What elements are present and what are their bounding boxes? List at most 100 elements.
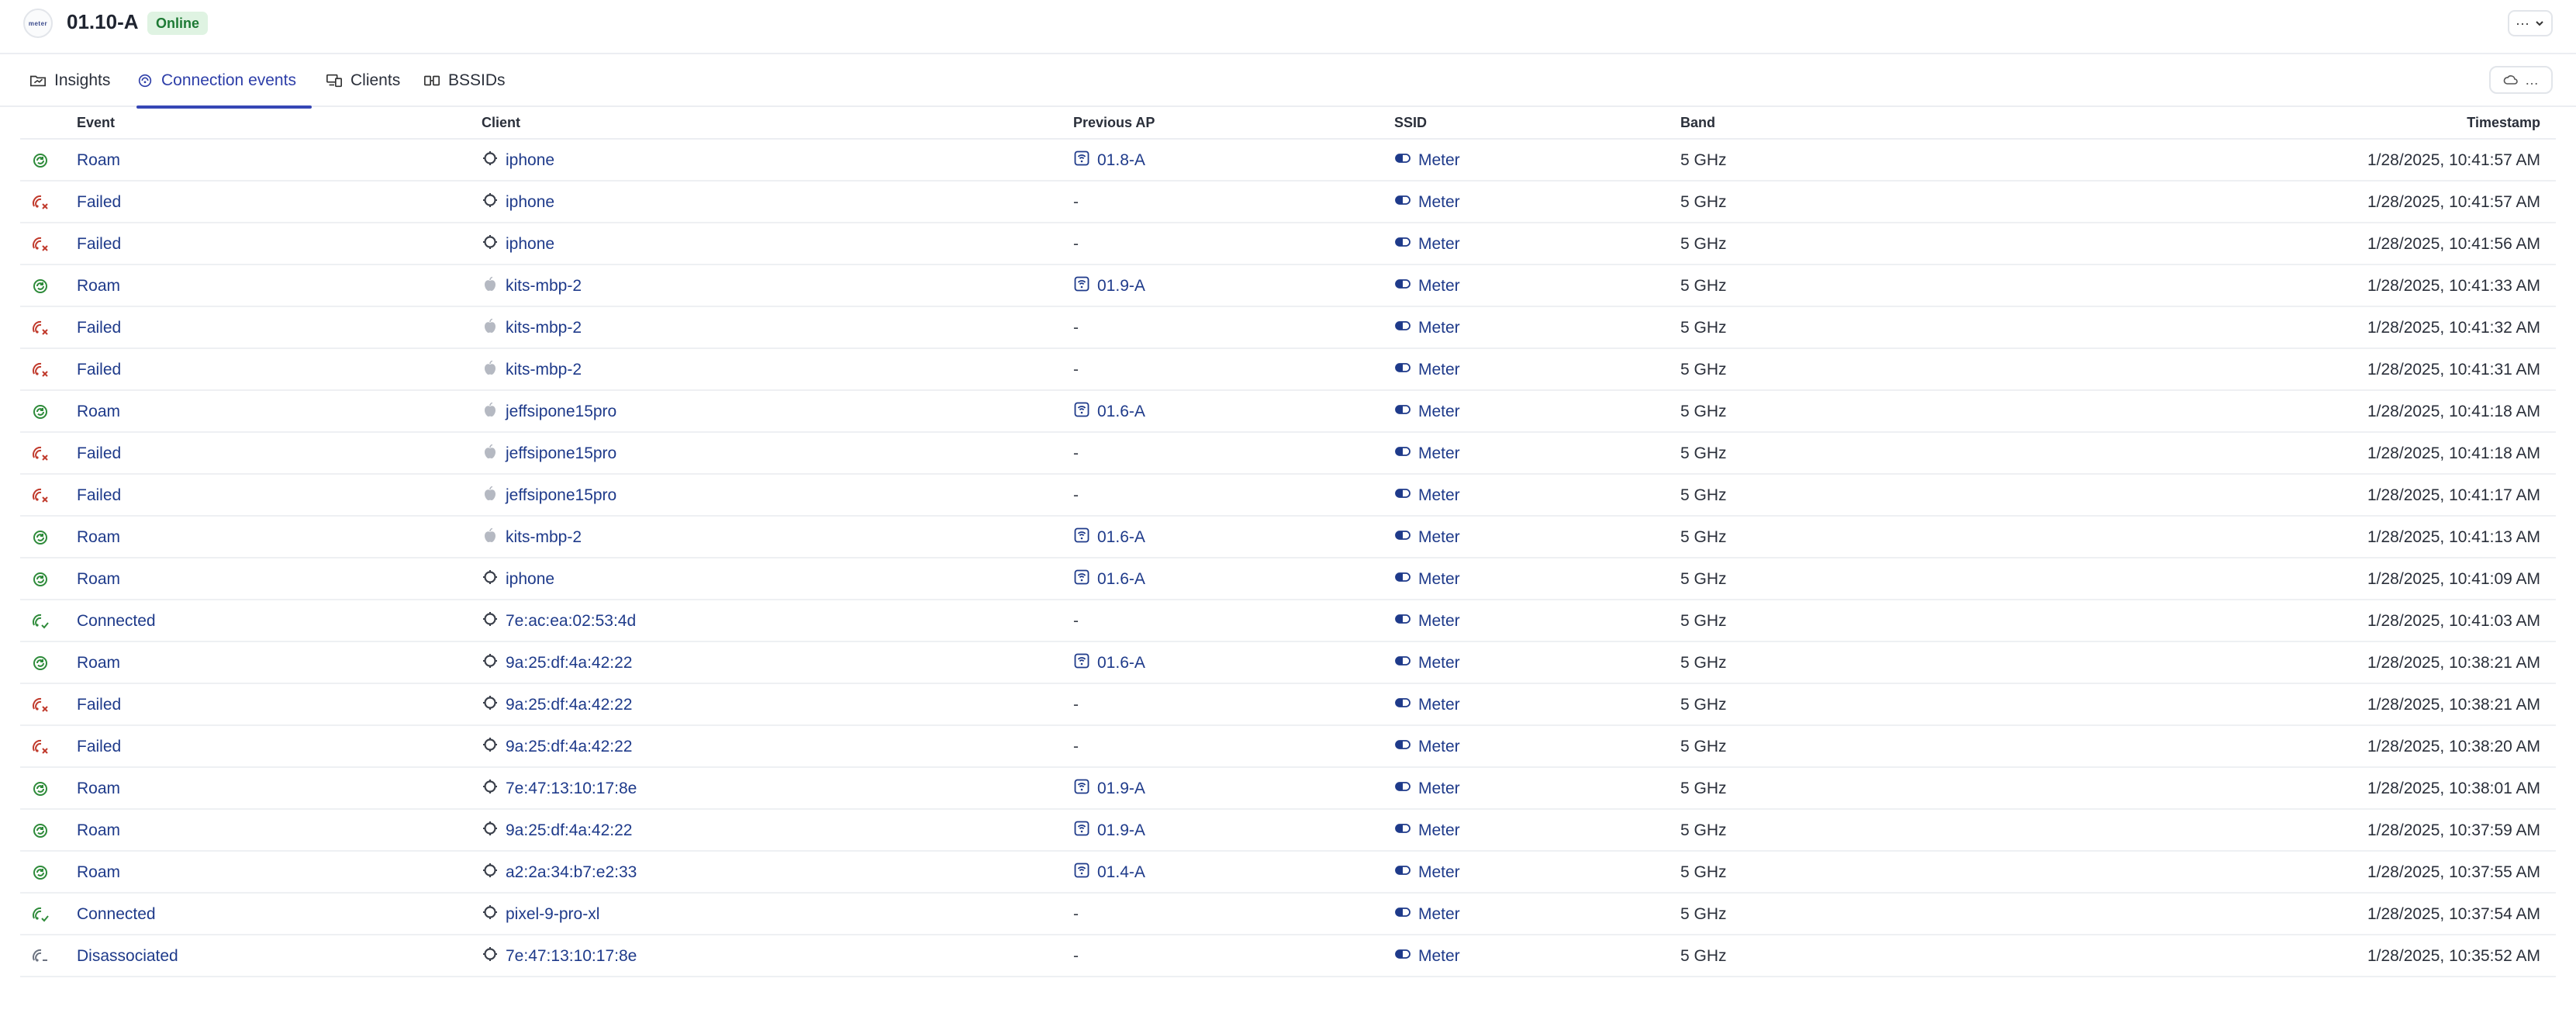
client-link[interactable]: 9a:25:df:4a:42:22 (482, 684, 632, 726)
event-link[interactable]: Roam (77, 140, 120, 182)
table-row[interactable]: Roam 9a:25:df:4a:42:22 01.9-A Meter 5 GH… (20, 810, 2556, 852)
client-link[interactable]: kits-mbp-2 (482, 517, 582, 558)
previous-ap-link[interactable]: 01.4-A (1073, 852, 1145, 894)
table-row[interactable]: Failed jeffsipone15pro - Meter 5 GHz 1/2… (20, 433, 2556, 475)
event-link[interactable]: Roam (77, 391, 120, 433)
column-header-client[interactable]: Client (482, 115, 520, 131)
client-link[interactable]: kits-mbp-2 (482, 265, 582, 307)
ssid-link[interactable]: Meter (1394, 726, 1460, 768)
table-row[interactable]: Roam iphone 01.8-A Meter 5 GHz 1/28/2025… (20, 140, 2556, 182)
table-row[interactable]: Connected 7e:ac:ea:02:53:4d - Meter 5 GH… (20, 600, 2556, 642)
table-row[interactable]: Roam iphone 01.6-A Meter 5 GHz 1/28/2025… (20, 558, 2556, 600)
table-row[interactable]: Failed jeffsipone15pro - Meter 5 GHz 1/2… (20, 475, 2556, 517)
previous-ap-link[interactable]: 01.9-A (1073, 265, 1145, 307)
event-link[interactable]: Connected (77, 894, 156, 935)
table-options-button[interactable]: … (2489, 66, 2553, 94)
client-link[interactable]: iphone (482, 140, 554, 182)
table-row[interactable]: Failed iphone - Meter 5 GHz 1/28/2025, 1… (20, 182, 2556, 223)
ssid-link[interactable]: Meter (1394, 391, 1460, 433)
tab-bssids[interactable]: BSSIDs (423, 54, 506, 107)
event-link[interactable]: Roam (77, 265, 120, 307)
client-link[interactable]: jeffsipone15pro (482, 391, 616, 433)
event-link[interactable]: Roam (77, 517, 120, 558)
previous-ap-link[interactable]: 01.9-A (1073, 810, 1145, 852)
column-header-event[interactable]: Event (77, 115, 115, 131)
column-header-band[interactable]: Band (1680, 115, 1715, 131)
table-row[interactable]: Failed kits-mbp-2 - Meter 5 GHz 1/28/202… (20, 349, 2556, 391)
client-link[interactable]: 9a:25:df:4a:42:22 (482, 810, 632, 852)
ssid-link[interactable]: Meter (1394, 475, 1460, 517)
previous-ap-link[interactable]: 01.8-A (1073, 140, 1145, 182)
client-link[interactable]: iphone (482, 182, 554, 223)
event-link[interactable]: Roam (77, 768, 120, 810)
ssid-link[interactable]: Meter (1394, 265, 1460, 307)
client-link[interactable]: 7e:47:13:10:17:8e (482, 935, 637, 977)
event-link[interactable]: Roam (77, 642, 120, 684)
event-link[interactable]: Roam (77, 558, 120, 600)
previous-ap-link[interactable]: 01.6-A (1073, 642, 1145, 684)
event-link[interactable]: Disassociated (77, 935, 178, 977)
previous-ap-link[interactable]: 01.6-A (1073, 517, 1145, 558)
table-row[interactable]: Roam kits-mbp-2 01.6-A Meter 5 GHz 1/28/… (20, 517, 2556, 558)
tab-insights[interactable]: Insights (29, 54, 110, 107)
table-row[interactable]: Roam 7e:47:13:10:17:8e 01.9-A Meter 5 GH… (20, 768, 2556, 810)
tab-connection-events[interactable]: Connection events (136, 54, 312, 109)
table-row[interactable]: Failed iphone - Meter 5 GHz 1/28/2025, 1… (20, 223, 2556, 265)
client-link[interactable]: 9a:25:df:4a:42:22 (482, 642, 632, 684)
ssid-link[interactable]: Meter (1394, 558, 1460, 600)
column-header-ssid[interactable]: SSID (1394, 115, 1427, 131)
column-header-timestamp[interactable]: Timestamp (2467, 115, 2540, 131)
ssid-link[interactable]: Meter (1394, 642, 1460, 684)
table-row[interactable]: Roam a2:2a:34:b7:e2:33 01.4-A Meter 5 GH… (20, 852, 2556, 894)
previous-ap-link[interactable]: 01.6-A (1073, 558, 1145, 600)
previous-ap-link[interactable]: 01.6-A (1073, 391, 1145, 433)
client-link[interactable]: iphone (482, 223, 554, 265)
client-link[interactable]: 9a:25:df:4a:42:22 (482, 726, 632, 768)
event-link[interactable]: Failed (77, 182, 121, 223)
ssid-link[interactable]: Meter (1394, 517, 1460, 558)
client-link[interactable]: iphone (482, 558, 554, 600)
ssid-link[interactable]: Meter (1394, 894, 1460, 935)
event-link[interactable]: Failed (77, 433, 121, 475)
client-link[interactable]: 7e:47:13:10:17:8e (482, 768, 637, 810)
ssid-link[interactable]: Meter (1394, 600, 1460, 642)
event-link[interactable]: Roam (77, 852, 120, 894)
ssid-link[interactable]: Meter (1394, 223, 1460, 265)
ssid-link[interactable]: Meter (1394, 433, 1460, 475)
client-link[interactable]: kits-mbp-2 (482, 349, 582, 391)
ssid-link[interactable]: Meter (1394, 182, 1460, 223)
column-header-previous-ap[interactable]: Previous AP (1073, 115, 1155, 131)
event-link[interactable]: Failed (77, 223, 121, 265)
client-link[interactable]: kits-mbp-2 (482, 307, 582, 349)
tab-clients[interactable]: Clients (326, 54, 400, 107)
event-link[interactable]: Failed (77, 307, 121, 349)
table-row[interactable]: Connected pixel-9-pro-xl - Meter 5 GHz 1… (20, 894, 2556, 935)
table-row[interactable]: Disassociated 7e:47:13:10:17:8e - Meter … (20, 935, 2556, 977)
ssid-link[interactable]: Meter (1394, 935, 1460, 977)
event-link[interactable]: Roam (77, 810, 120, 852)
event-link[interactable]: Failed (77, 475, 121, 517)
more-menu-button[interactable]: ··· (2508, 10, 2553, 36)
table-row[interactable]: Failed 9a:25:df:4a:42:22 - Meter 5 GHz 1… (20, 684, 2556, 726)
event-link[interactable]: Failed (77, 349, 121, 391)
ssid-link[interactable]: Meter (1394, 684, 1460, 726)
table-row[interactable]: Failed kits-mbp-2 - Meter 5 GHz 1/28/202… (20, 307, 2556, 349)
event-link[interactable]: Connected (77, 600, 156, 642)
table-row[interactable]: Roam jeffsipone15pro 01.6-A Meter 5 GHz … (20, 391, 2556, 433)
client-link[interactable]: pixel-9-pro-xl (482, 894, 599, 935)
ssid-link[interactable]: Meter (1394, 349, 1460, 391)
table-row[interactable]: Roam kits-mbp-2 01.9-A Meter 5 GHz 1/28/… (20, 265, 2556, 307)
table-row[interactable]: Roam 9a:25:df:4a:42:22 01.6-A Meter 5 GH… (20, 642, 2556, 684)
event-link[interactable]: Failed (77, 726, 121, 768)
event-link[interactable]: Failed (77, 684, 121, 726)
ssid-link[interactable]: Meter (1394, 307, 1460, 349)
client-link[interactable]: jeffsipone15pro (482, 475, 616, 517)
client-link[interactable]: a2:2a:34:b7:e2:33 (482, 852, 637, 894)
client-link[interactable]: jeffsipone15pro (482, 433, 616, 475)
client-link[interactable]: 7e:ac:ea:02:53:4d (482, 600, 636, 642)
previous-ap-link[interactable]: 01.9-A (1073, 768, 1145, 810)
ssid-link[interactable]: Meter (1394, 140, 1460, 182)
ssid-link[interactable]: Meter (1394, 768, 1460, 810)
table-row[interactable]: Failed 9a:25:df:4a:42:22 - Meter 5 GHz 1… (20, 726, 2556, 768)
ssid-link[interactable]: Meter (1394, 810, 1460, 852)
